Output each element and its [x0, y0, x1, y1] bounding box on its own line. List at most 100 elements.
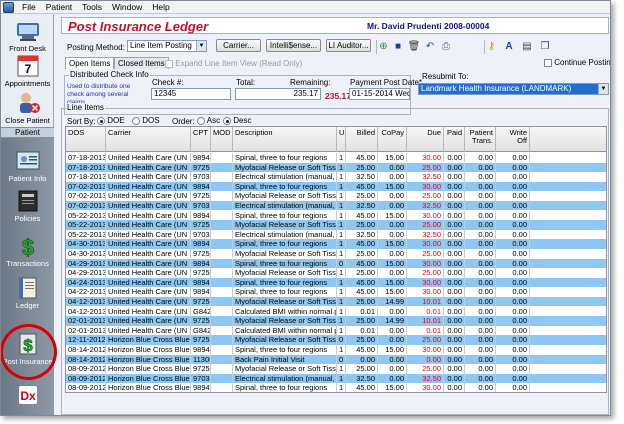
cell-billed[interactable]: 45.00: [346, 277, 378, 288]
cell-carrier[interactable]: United Health Care (UN: [106, 258, 191, 268]
cell-cpt[interactable]: 98941: [191, 287, 211, 297]
cell-mod[interactable]: [211, 258, 233, 268]
cell-billed[interactable]: 32.50: [346, 229, 378, 240]
sidebar-transactions[interactable]: $ Transactions: [1, 234, 54, 268]
cell-carrier[interactable]: Horizon Blue Cross Blue: [106, 354, 191, 364]
cell-patient-trans[interactable]: 0.00: [465, 229, 496, 240]
cell-carrier[interactable]: United Health Care (UN: [106, 172, 191, 182]
cell-cpt[interactable]: G8420: [191, 325, 211, 336]
cell-cpt[interactable]: 98941: [191, 210, 211, 220]
cell-description[interactable]: Electrical stimulation (manual, attended…: [233, 373, 337, 384]
table-row[interactable]: 08-14-2012Horizon Blue Cross Blue98941 Sp…: [66, 345, 606, 355]
order-asc-radio[interactable]: Asc: [197, 116, 220, 125]
cell-mod[interactable]: [211, 210, 233, 220]
cell-mod[interactable]: [211, 229, 233, 240]
cell-due[interactable]: 25.00: [407, 335, 444, 345]
radio[interactable]: [132, 116, 140, 125]
sidebar-front-desk[interactable]: Front Desk: [1, 19, 54, 53]
cell-units[interactable]: 1: [337, 172, 346, 182]
cell-carrier[interactable]: United Health Care (UN: [106, 181, 191, 192]
cell-patient-trans[interactable]: 0.00: [465, 181, 496, 192]
cell-paid[interactable]: 0.00: [444, 172, 465, 182]
cell-due[interactable]: 30.00: [407, 287, 444, 297]
cell-paid[interactable]: 0.00: [444, 287, 465, 297]
cell-dos[interactable]: 02-01-2013: [66, 316, 106, 326]
cell-copay[interactable]: 0.00: [378, 268, 407, 278]
cell-billed[interactable]: 45.00: [346, 287, 378, 297]
cell-due[interactable]: 32.50: [407, 373, 444, 384]
cell-description[interactable]: Myofacial Release or Soft Tissue Mobiliz…: [233, 316, 337, 326]
cell-paid[interactable]: 0.00: [444, 277, 465, 288]
cell-due[interactable]: 10.01: [407, 297, 444, 307]
cell-carrier[interactable]: United Health Care (UN: [106, 316, 191, 326]
cell-mod[interactable]: [211, 354, 233, 364]
cell-cpt[interactable]: 97250: [191, 191, 211, 201]
cell-paid[interactable]: 0.00: [444, 181, 465, 192]
checkbox[interactable]: [165, 59, 173, 68]
cell-dos[interactable]: 12-11-2012: [66, 335, 106, 345]
cell-paid[interactable]: 0.00: [444, 191, 465, 201]
cell-billed[interactable]: 45.00: [346, 345, 378, 355]
cell-description[interactable]: Spinal, three to four regions: [233, 181, 337, 192]
cell-copay[interactable]: 15.00: [378, 181, 407, 192]
cell-description[interactable]: Back Pain Initial Visit: [233, 354, 337, 364]
cell-write-off[interactable]: 0.00: [496, 345, 530, 355]
cell-carrier[interactable]: Horizon Blue Cross Blue: [106, 345, 191, 355]
cell-cpt[interactable]: 98941: [191, 239, 211, 249]
cell-carrier[interactable]: United Health Care (UN: [106, 201, 191, 211]
table-row[interactable]: 02-01-2013United Health Care (UN97250 Myo…: [66, 316, 606, 326]
cell-carrier[interactable]: United Health Care (UN: [106, 220, 191, 230]
add-icon[interactable]: ⊕: [376, 40, 390, 54]
cell-mod[interactable]: [211, 316, 233, 326]
table-row[interactable]: 04-30-2013United Health Care (UN98941 Spi…: [66, 239, 606, 249]
cell-write-off[interactable]: 0.00: [496, 220, 530, 230]
cell-mod[interactable]: [211, 191, 233, 201]
cell-copay[interactable]: 0.00: [378, 306, 407, 316]
tab-open-items[interactable]: Open Items: [65, 57, 115, 69]
table-row[interactable]: 08-09-2012Horizon Blue Cross Blue98941 Sp…: [66, 383, 606, 392]
cell-billed[interactable]: 45.00: [346, 153, 378, 163]
sidebar-patient-info[interactable]: Patient Info: [1, 149, 54, 183]
menu-patient[interactable]: Patient: [41, 2, 77, 12]
carrier-button[interactable]: Carrier...: [216, 39, 261, 52]
cell-dos[interactable]: 02-01-2013: [66, 325, 106, 336]
cell-units[interactable]: 0: [337, 258, 346, 268]
cell-paid[interactable]: 0.00: [444, 162, 465, 172]
cell-billed[interactable]: 25.00: [346, 191, 378, 201]
column-header-due[interactable]: Due: [407, 127, 444, 152]
cell-carrier[interactable]: Horizon Blue Cross Blue: [106, 335, 191, 345]
table-row[interactable]: 07-02-2013United Health Care (UN98941 Spi…: [66, 181, 606, 192]
cell-copay[interactable]: 15.00: [378, 239, 407, 249]
cell-units[interactable]: 1: [337, 287, 346, 297]
cell-cpt[interactable]: 98941: [191, 153, 211, 163]
resubmit-select[interactable]: Landmark Health Insurance (LANDMARK) ▼: [418, 83, 609, 95]
cell-write-off[interactable]: 0.00: [496, 201, 530, 211]
menu-window[interactable]: Window: [107, 2, 147, 12]
cell-dos[interactable]: 04-12-2013: [66, 306, 106, 316]
window-icon[interactable]: ❐: [538, 40, 552, 54]
cell-mod[interactable]: [211, 153, 233, 163]
cell-due[interactable]: 30.00: [407, 345, 444, 355]
cell-due[interactable]: 30.00: [407, 239, 444, 249]
column-header-write-off[interactable]: Write Off: [496, 127, 530, 152]
cell-copay[interactable]: 0.00: [378, 325, 407, 336]
cell-write-off[interactable]: 0.00: [496, 316, 530, 326]
cell-billed[interactable]: 45.00: [346, 181, 378, 192]
cell-dos[interactable]: 08-09-2012: [66, 373, 106, 384]
cell-cpt[interactable]: 97250: [191, 268, 211, 278]
cell-cpt[interactable]: 97250: [191, 364, 211, 374]
cell-copay[interactable]: 15.00: [378, 277, 407, 288]
cell-paid[interactable]: 0.00: [444, 383, 465, 392]
cell-due[interactable]: 25.00: [407, 162, 444, 172]
cell-copay[interactable]: 15.00: [378, 383, 407, 392]
cell-write-off[interactable]: 0.00: [496, 373, 530, 384]
posting-method-select[interactable]: Line Item Posting ▼: [127, 40, 207, 52]
sidebar-ledger[interactable]: Ledger: [1, 276, 54, 310]
cell-due[interactable]: 0.01: [407, 325, 444, 336]
cell-description[interactable]: Myofacial Release or Soft Tissue Mobiliz…: [233, 364, 337, 374]
cell-copay[interactable]: 0.00: [378, 335, 407, 345]
table-row[interactable]: 04-12-2013United Health Care (UNG8420 Cal…: [66, 306, 606, 316]
cell-units[interactable]: 0: [337, 335, 346, 345]
cell-dos[interactable]: 08-09-2012: [66, 364, 106, 374]
cell-units[interactable]: 1: [337, 239, 346, 249]
